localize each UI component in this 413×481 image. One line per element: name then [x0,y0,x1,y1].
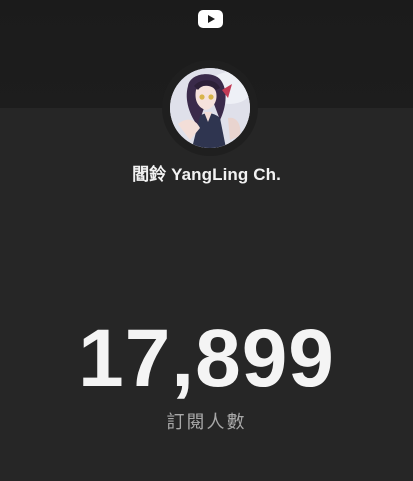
subscriber-label: 訂閱人數 [166,412,247,432]
channel-name[interactable]: 閻鈴 YangLing Ch. [0,160,413,185]
channel-avatar[interactable] [170,68,250,148]
subscriber-count: 17,899 [78,313,335,404]
avatar-illustration [170,68,250,148]
youtube-icon[interactable] [198,10,223,28]
